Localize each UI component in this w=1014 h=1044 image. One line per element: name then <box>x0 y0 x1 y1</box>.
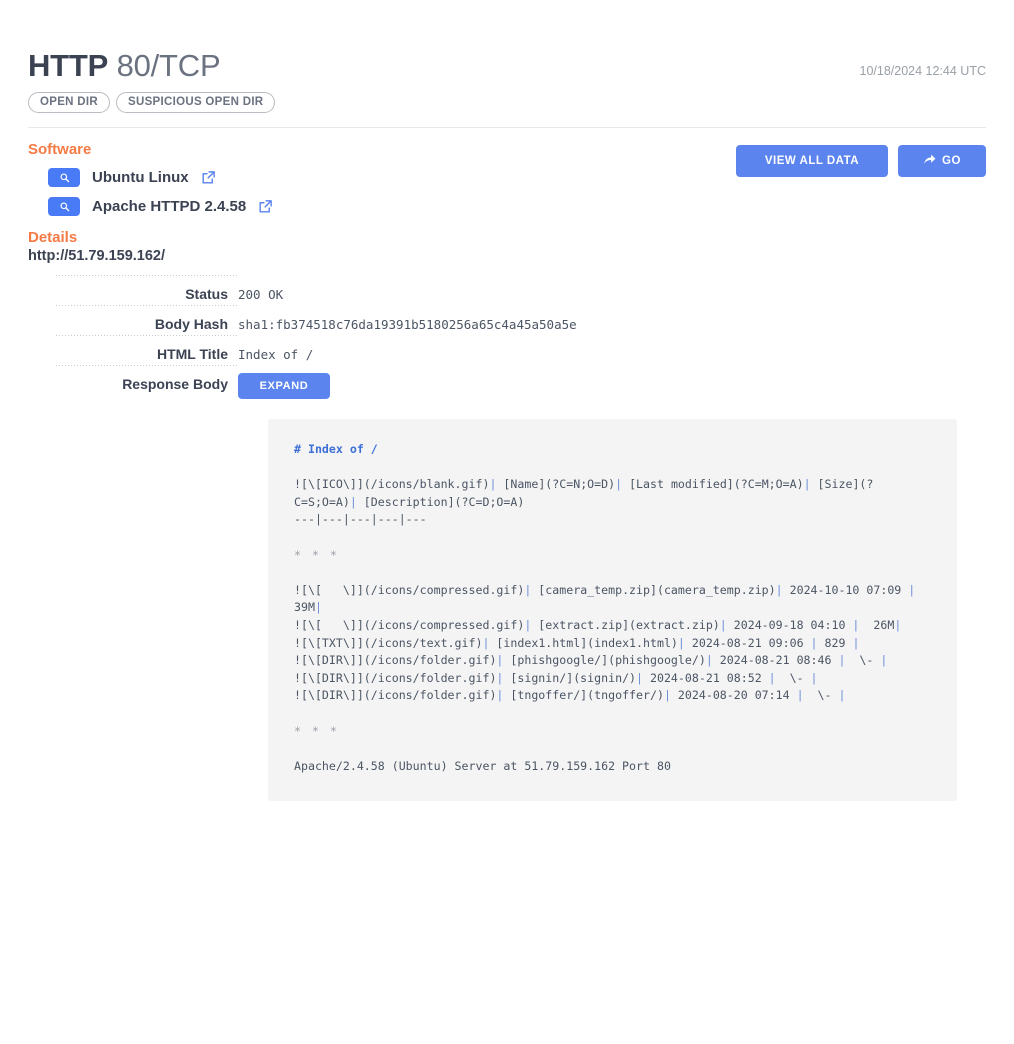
code-table-separator-line: ---|---|---|---|--- <box>294 512 427 527</box>
detail-value: Index of / <box>238 347 314 362</box>
table-row: Response Body EXPAND <box>28 365 986 399</box>
detail-value: 200 OK <box>238 287 284 302</box>
code-rule-top: * * * <box>294 547 339 562</box>
code-table-header-line: ![\[ICO\]](/icons/blank.gif)| [Name](?C=… <box>294 477 874 509</box>
code-entry-line: ![\[ \]](/icons/compressed.gif)| [extrac… <box>294 617 902 632</box>
detail-key: Status <box>185 286 228 302</box>
detail-key: Body Hash <box>154 316 228 332</box>
details-section: Details http://51.79.159.162/ Status 200… <box>28 229 986 399</box>
target-url: http://51.79.159.162/ <box>28 248 166 264</box>
software-section: VIEW ALL DATA GO Software Ubuntu Linux A… <box>28 141 986 216</box>
external-link-icon[interactable] <box>258 199 273 214</box>
share-arrow-icon <box>923 153 936 169</box>
search-icon[interactable] <box>48 197 80 216</box>
code-heading-line: # Index of / <box>294 442 378 456</box>
view-all-data-button[interactable]: VIEW ALL DATA <box>736 145 888 177</box>
table-row: HTML Title Index of / <box>28 335 986 365</box>
detail-value: sha1:fb374518c76da19391b5180256a65c4a45a… <box>238 317 577 332</box>
tag-chip-list: OPEN DIR SUSPICIOUS OPEN DIR <box>28 92 276 113</box>
code-entry-line: ![\[TXT\]](/icons/text.gif)| [index1.htm… <box>294 635 860 650</box>
software-item-apache-httpd: Apache HTTPD 2.4.58 <box>28 197 986 216</box>
action-button-row: VIEW ALL DATA GO <box>736 145 986 177</box>
status-badge-suspicious-open-dir[interactable]: SUSPICIOUS OPEN DIR <box>116 92 276 113</box>
search-icon[interactable] <box>48 168 80 187</box>
table-row: Status 200 OK <box>28 275 986 305</box>
detail-value-action: EXPAND <box>238 373 330 399</box>
go-button-label: GO <box>942 155 961 167</box>
expand-button[interactable]: EXPAND <box>238 373 330 399</box>
code-rule-bottom: * * * <box>294 723 339 738</box>
detail-key: HTML Title <box>156 346 228 362</box>
software-item-label: Apache HTTPD 2.4.58 <box>92 198 247 215</box>
table-row: Body Hash sha1:fb374518c76da19391b518025… <box>28 305 986 335</box>
response-body-code: # Index of / ![\[ICO\]](/icons/blank.gif)… <box>268 419 957 802</box>
page-title-protocol: HTTP <box>28 48 109 83</box>
external-link-icon[interactable] <box>201 170 216 185</box>
go-button[interactable]: GO <box>898 145 986 177</box>
details-table: Status 200 OK Body Hash sha1:fb374518c76… <box>28 275 986 399</box>
page-header: HTTP 80/TCP OPEN DIR SUSPICIOUS OPEN DIR… <box>28 0 986 113</box>
header-left: HTTP 80/TCP OPEN DIR SUSPICIOUS OPEN DIR <box>28 48 276 113</box>
code-footer-line: Apache/2.4.58 (Ubuntu) Server at 51.79.1… <box>294 758 671 773</box>
status-badge-open-dir[interactable]: OPEN DIR <box>28 92 110 113</box>
code-entry-line: ![\[ \]](/icons/compressed.gif)| [camera… <box>294 582 930 615</box>
page-title: HTTP 80/TCP <box>28 48 275 84</box>
detail-key: Response Body <box>122 376 228 392</box>
software-item-label: Ubuntu Linux <box>92 169 189 186</box>
header-divider <box>28 127 986 128</box>
code-entry-line: ![\[DIR\]](/icons/folder.gif)| [tngoffer… <box>294 688 846 703</box>
code-entry-line: ![\[DIR\]](/icons/folder.gif)| [phishgoo… <box>294 653 888 668</box>
scan-timestamp: 10/18/2024 12:44 UTC <box>859 64 986 78</box>
response-body-panel: # Index of / ![\[ICO\]](/icons/blank.gif)… <box>28 419 986 802</box>
details-heading: Details <box>28 229 78 246</box>
service-detail-page: HTTP 80/TCP OPEN DIR SUSPICIOUS OPEN DIR… <box>0 0 1014 1044</box>
code-entry-line: ![\[DIR\]](/icons/folder.gif)| [signin/]… <box>294 670 818 685</box>
page-title-port: 80/TCP <box>116 48 221 83</box>
